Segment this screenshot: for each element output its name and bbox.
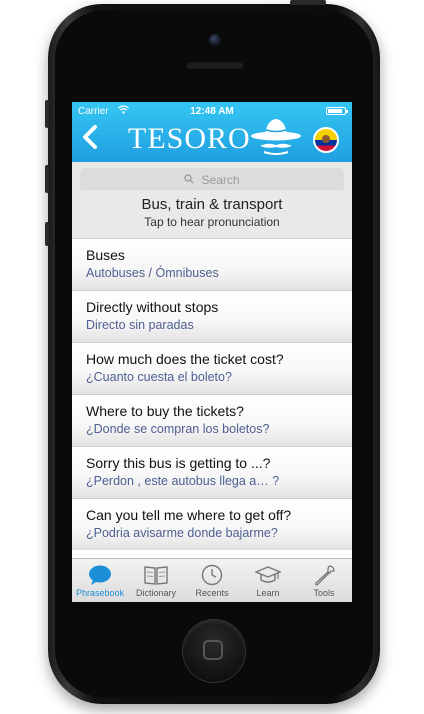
tab-label: Learn: [256, 588, 280, 598]
phrase-spanish: ¿Perdon , este autobus llega a… ?: [86, 474, 280, 488]
graduation-cap-icon: [254, 564, 282, 586]
app-screen: Carrier 12:48 AM TESORO Search Bus, trai…: [72, 102, 352, 602]
tab-label: Tools: [313, 588, 335, 598]
tab-label: Recents: [195, 588, 229, 598]
tab-recents[interactable]: Recents: [184, 559, 240, 602]
clock-icon: [199, 564, 225, 586]
tab-phrasebook[interactable]: Phrasebook: [72, 559, 128, 602]
mute-switch: [45, 222, 49, 246]
phrase-spanish: ¿Cuanto cuesta el boleto?: [86, 370, 232, 384]
volume-down-button: [45, 165, 49, 193]
status-time: 12:48 AM: [190, 106, 234, 117]
search-icon: [184, 174, 197, 187]
tab-bar: Phrasebook Dictionary Recents Learn Tool…: [72, 558, 352, 602]
app-logo: TESORO: [128, 122, 251, 155]
phrase-list: Buses Autobuses / Ómnibuses Directly wit…: [72, 238, 352, 550]
phrase-row[interactable]: Can you tell me where to get off? ¿Podri…: [72, 498, 352, 550]
ecuador-flag-icon[interactable]: [313, 127, 339, 153]
phrase-english: Directly without stops: [86, 299, 219, 315]
volume-up-button: [45, 100, 49, 128]
phrase-row[interactable]: Directly without stops Directo sin parad…: [72, 290, 352, 342]
section-title: Bus, train & transport: [141, 196, 283, 213]
wrench-icon: [311, 564, 337, 586]
phrase-row[interactable]: Where to buy the tickets? ¿Donde se comp…: [72, 394, 352, 446]
tab-dictionary[interactable]: Dictionary: [128, 559, 184, 602]
phrase-english: Can you tell me where to get off?: [86, 507, 292, 523]
flag-emblem: [322, 135, 330, 143]
front-camera: [209, 34, 221, 46]
section-subtitle: Tap to hear pronunciation: [144, 215, 280, 229]
phrase-spanish: ¿Donde se compran los boletos?: [86, 422, 270, 436]
battery-level: [328, 109, 342, 113]
chevron-left-icon[interactable]: [80, 124, 104, 152]
phrase-english: How much does the ticket cost?: [86, 351, 284, 367]
phrase-row[interactable]: Buses Autobuses / Ómnibuses: [72, 238, 352, 290]
phrase-row[interactable]: Sorry this bus is getting to ...? ¿Perdo…: [72, 446, 352, 498]
home-button[interactable]: [183, 620, 245, 682]
home-square-icon: [203, 640, 223, 660]
tab-tools[interactable]: Tools: [296, 559, 352, 602]
search-input[interactable]: Search: [80, 168, 344, 192]
phrase-row[interactable]: How much does the ticket cost? ¿Cuanto c…: [72, 342, 352, 394]
app-header: Carrier 12:48 AM TESORO: [72, 102, 352, 162]
status-bar: Carrier 12:48 AM: [72, 102, 352, 120]
search-placeholder: Search: [201, 173, 240, 187]
power-button: [290, 0, 326, 5]
phrase-spanish: Autobuses / Ómnibuses: [86, 266, 219, 280]
phrase-english: Sorry this bus is getting to ...?: [86, 455, 271, 471]
tab-learn[interactable]: Learn: [240, 559, 296, 602]
phrase-spanish: Directo sin paradas: [86, 318, 194, 332]
tab-label: Dictionary: [135, 588, 176, 598]
phrase-english: Buses: [86, 247, 125, 263]
phrase-english: Where to buy the tickets?: [86, 403, 244, 419]
tab-label: Phrasebook: [75, 588, 125, 598]
phrase-spanish: ¿Podria avisarme donde bajarme?: [86, 526, 278, 540]
earpiece-speaker: [186, 61, 244, 69]
search-bar-area: Search: [72, 162, 352, 192]
battery-icon: [326, 107, 348, 115]
speech-bubble-icon: [87, 564, 113, 586]
sombrero-mustache-icon: [250, 116, 302, 158]
book-icon: [143, 564, 169, 586]
section-header: Bus, train & transport Tap to hear pronu…: [72, 190, 352, 238]
